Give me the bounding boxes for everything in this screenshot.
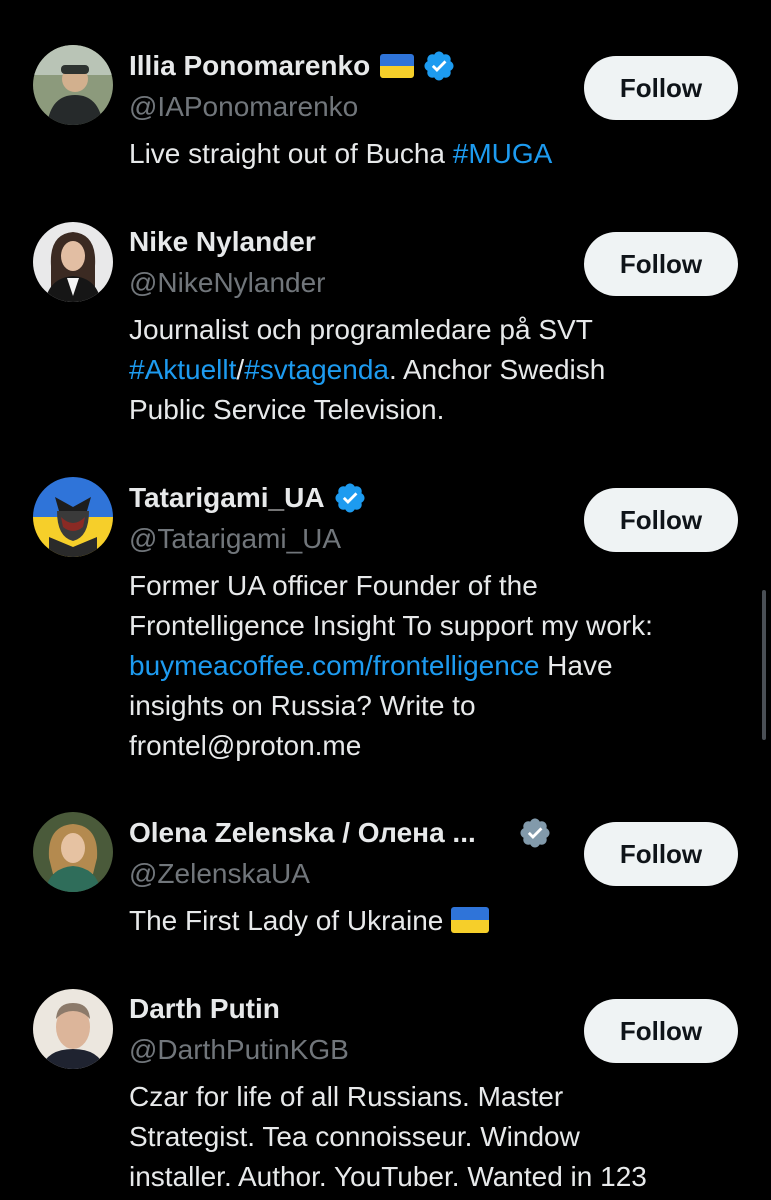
bio-text: Journalist och programledare på SVT [129,314,593,345]
avatar[interactable] [33,989,113,1069]
verified-badge-icon [335,483,365,513]
account-bio: Journalist och programledare på SVT #Aktu… [129,310,699,430]
account-bio: Former UA officer Founder of the Frontell… [129,566,729,766]
bio-link[interactable]: buymeacoffee.com/frontelligence [129,650,539,681]
account-handle: @IAPonomarenko [129,91,359,122]
bio-text: insights on Russia? Write to [129,690,476,721]
who-to-follow-list: Illia Ponomarenko @IAPonomarenko Live st… [0,0,771,1200]
follow-button[interactable]: Follow [584,232,738,296]
account-name[interactable]: Nike Nylander [129,226,316,258]
scrollbar[interactable] [762,590,766,740]
bio-text: The First Lady of Ukraine [129,905,444,936]
hashtag-link[interactable]: #svtagenda [244,354,389,385]
bio-text: Frontelligence Insight To support my wor… [129,610,653,641]
verified-badge-icon [424,51,454,81]
follow-button[interactable]: Follow [584,999,738,1063]
account-bio: Live straight out of Bucha #MUGA [129,134,699,174]
avatar[interactable] [33,222,113,302]
avatar[interactable] [33,477,113,557]
follow-button[interactable]: Follow [584,56,738,120]
account-name[interactable]: Darth Putin [129,993,280,1025]
bio-email[interactable]: frontel@proton.me [129,730,361,761]
bio-text: installer. Author. YouTuber. Wanted in 1… [129,1161,647,1192]
bio-text: Czar for life of all Russians. Master [129,1081,564,1112]
account-bio: Czar for life of all Russians. Master Str… [129,1077,729,1197]
avatar[interactable] [33,45,113,125]
bio-text: Former UA officer Founder of the [129,570,538,601]
hashtag-link[interactable]: #Aktuellt [129,354,236,385]
account-handle: @Tatarigami_UA [129,523,342,554]
account-bio: The First Lady of Ukraine [129,901,699,941]
account-name[interactable]: Tatarigami_UA [129,482,325,514]
follow-button[interactable]: Follow [584,822,738,886]
follow-button[interactable]: Follow [584,488,738,552]
bio-text: Have [539,650,613,681]
bio-text: Strategist. Tea connoisseur. Window [129,1121,580,1152]
account-handle: @DarthPutinKGB [129,1034,349,1065]
account-name[interactable]: Olena Zelenska / Олена ... [129,817,476,849]
ukraine-flag-icon [451,907,490,933]
verified-badge-icon [520,818,550,848]
bio-text: . Anchor Swedish [388,354,606,385]
avatar[interactable] [33,812,113,892]
account-handle: @NikeNylander [129,267,326,298]
hashtag-link[interactable]: #MUGA [453,138,553,169]
account-name[interactable]: Illia Ponomarenko [129,50,370,82]
ukraine-flag-icon [380,54,415,78]
account-handle: @ZelenskaUA [129,858,310,889]
bio-text: Public Service Television. [129,394,445,425]
bio-text: Live straight out of Bucha [129,138,453,169]
